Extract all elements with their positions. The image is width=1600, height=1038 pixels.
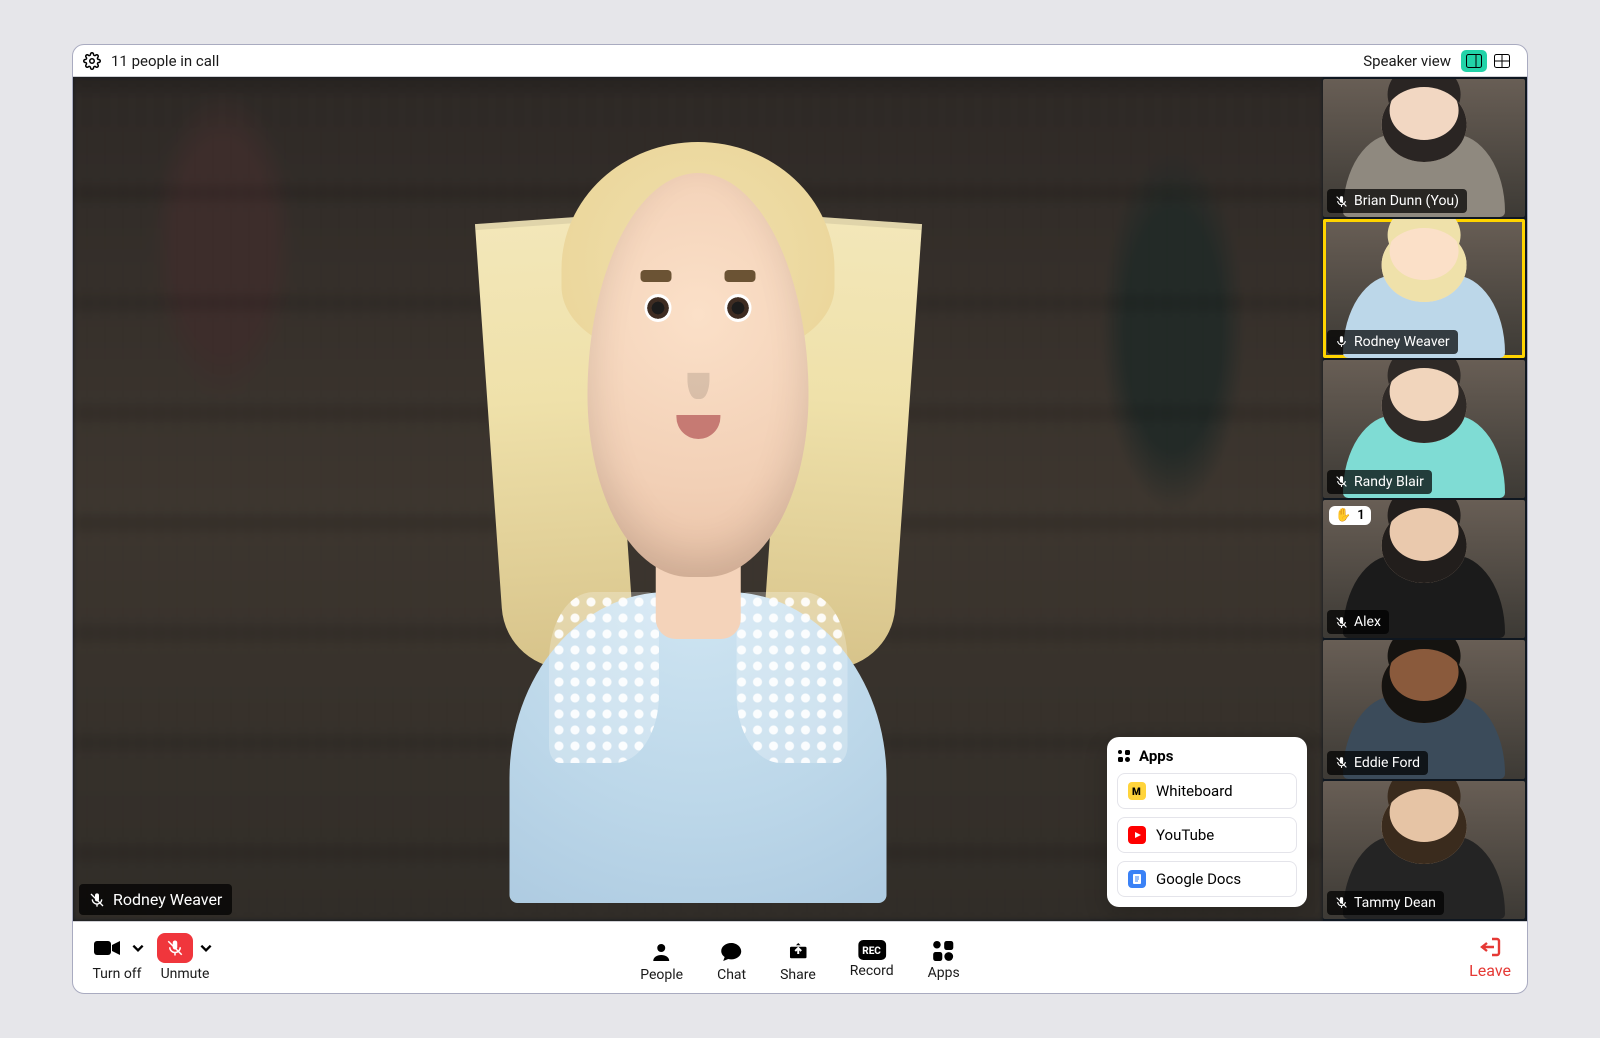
mute-toggle-label: Unmute	[161, 966, 210, 982]
participant-name: Alex	[1354, 614, 1381, 630]
apps-popover: Apps M Whiteboard YouTube	[1107, 737, 1307, 907]
hand-count: 1	[1357, 508, 1364, 523]
participant-name: Tammy Dean	[1354, 895, 1436, 911]
mic-icon	[1335, 335, 1348, 348]
svg-text:REC: REC	[862, 946, 881, 957]
video-icon	[89, 933, 125, 963]
participant-thumb[interactable]: Rodney Weaver	[1323, 219, 1525, 357]
share-icon	[786, 940, 810, 964]
stage: Rodney Weaver Apps M Whiteboard	[73, 77, 1527, 921]
mic-muted-icon	[1335, 616, 1348, 629]
apps-item-youtube[interactable]: YouTube	[1117, 817, 1297, 853]
apps-item-whiteboard[interactable]: M Whiteboard	[1117, 773, 1297, 809]
mic-muted-icon	[1335, 756, 1348, 769]
call-window: 11 people in call Speaker view	[72, 44, 1528, 994]
apps-item-label: YouTube	[1156, 826, 1214, 844]
leave-button[interactable]: Leave	[1469, 936, 1511, 980]
apps-grid-icon	[933, 940, 955, 962]
people-button[interactable]: People	[640, 940, 683, 983]
participant-thumb[interactable]: Randy Blair	[1323, 360, 1525, 498]
mic-muted-icon	[1335, 896, 1348, 909]
leave-label: Leave	[1469, 961, 1511, 980]
apps-label: Apps	[928, 965, 960, 981]
participant-thumb[interactable]: Brian Dunn (You)	[1323, 79, 1525, 217]
participant-name: Rodney Weaver	[1354, 334, 1450, 350]
grid-layout-icon	[1494, 54, 1510, 68]
svg-text:M: M	[1132, 787, 1141, 797]
mic-muted-icon	[1335, 195, 1348, 208]
hand-icon: ✋	[1335, 508, 1351, 523]
speaker-view-label: Speaker view	[1363, 52, 1451, 70]
google-docs-icon	[1128, 870, 1146, 888]
record-button[interactable]: REC Record	[850, 940, 894, 983]
mic-muted-icon	[157, 933, 193, 963]
video-toggle-button[interactable]: Turn off	[89, 933, 145, 982]
apps-item-label: Google Docs	[1156, 870, 1241, 888]
speaker-layout-icon	[1466, 54, 1482, 68]
share-button[interactable]: Share	[780, 940, 816, 983]
participant-name: Brian Dunn (You)	[1354, 193, 1459, 209]
speaker-view-button[interactable]	[1461, 50, 1487, 72]
chat-button[interactable]: Chat	[717, 940, 746, 983]
mic-muted-icon	[1335, 475, 1348, 488]
topbar: 11 people in call Speaker view	[73, 45, 1527, 77]
bottom-bar: Turn off Unmute People Chat Share	[73, 921, 1527, 993]
video-toggle-label: Turn off	[92, 966, 141, 982]
participant-name-pill: Alex	[1327, 610, 1389, 634]
participant-name: Randy Blair	[1354, 474, 1424, 490]
apps-popover-title: Apps	[1139, 747, 1173, 765]
people-label: People	[640, 967, 683, 983]
share-label: Share	[780, 967, 816, 983]
leave-icon	[1478, 936, 1502, 958]
whiteboard-icon: M	[1128, 782, 1146, 800]
chat-label: Chat	[717, 967, 746, 983]
mic-muted-icon	[89, 892, 105, 908]
participant-name-pill: Tammy Dean	[1327, 891, 1444, 915]
participant-name-pill: Eddie Ford	[1327, 751, 1428, 775]
participant-thumb[interactable]: Tammy Dean	[1323, 781, 1525, 919]
apps-button[interactable]: Apps	[928, 940, 960, 983]
grid-view-button[interactable]	[1489, 50, 1515, 72]
chat-icon	[720, 940, 744, 964]
main-speaker-name-pill: Rodney Weaver	[79, 884, 232, 915]
participant-thumbnails: Brian Dunn (You) Rodney Weaver Randy Blair…	[1323, 77, 1527, 921]
participant-name-pill: Brian Dunn (You)	[1327, 189, 1467, 213]
participant-name-pill: Randy Blair	[1327, 470, 1432, 494]
apps-grid-icon	[1117, 749, 1131, 763]
chevron-down-icon[interactable]	[131, 941, 145, 955]
person-icon	[650, 940, 674, 964]
apps-item-label: Whiteboard	[1156, 782, 1233, 800]
record-icon: REC	[858, 940, 886, 960]
view-toggle	[1459, 48, 1517, 74]
center-controls: People Chat Share REC Record Apps	[640, 940, 960, 983]
chevron-down-icon[interactable]	[199, 941, 213, 955]
participant-thumb[interactable]: Eddie Ford	[1323, 640, 1525, 778]
mute-toggle-button[interactable]: Unmute	[157, 933, 213, 982]
main-speaker-name: Rodney Weaver	[113, 890, 222, 909]
youtube-icon	[1128, 826, 1146, 844]
participant-thumb[interactable]: ✋1Alex	[1323, 500, 1525, 638]
gear-icon[interactable]	[83, 52, 101, 70]
participant-name: Eddie Ford	[1354, 755, 1420, 771]
participant-name-pill: Rodney Weaver	[1327, 330, 1458, 354]
people-in-call-text: 11 people in call	[111, 52, 219, 70]
raised-hand-badge: ✋1	[1329, 506, 1371, 525]
record-label: Record	[850, 963, 894, 979]
apps-item-google-docs[interactable]: Google Docs	[1117, 861, 1297, 897]
main-speaker-video[interactable]: Rodney Weaver Apps M Whiteboard	[73, 77, 1323, 921]
